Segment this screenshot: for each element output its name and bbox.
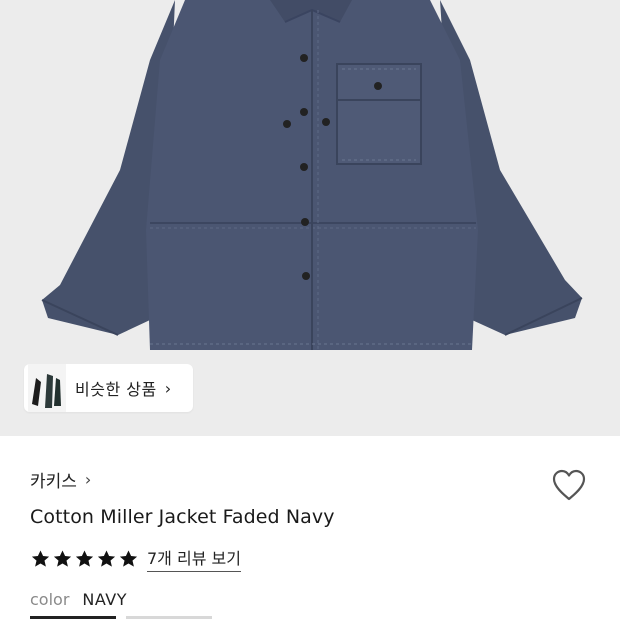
rating-row: 7개 리뷰 보기 bbox=[30, 545, 241, 572]
brand-name: 카키스 bbox=[30, 472, 77, 492]
product-image[interactable]: 비슷한 상품 › bbox=[0, 0, 620, 436]
star-icon bbox=[53, 550, 72, 567]
star-icon bbox=[31, 550, 50, 567]
heart-icon[interactable] bbox=[551, 468, 587, 502]
chevron-right-icon: › bbox=[164, 378, 172, 398]
star-icon bbox=[97, 550, 116, 567]
product-info: 카키스 › Cotton Miller Jacket Faded Navy 7개… bbox=[0, 436, 620, 620]
color-row: color NAVY bbox=[30, 590, 127, 609]
color-option[interactable] bbox=[126, 616, 212, 619]
rating-stars bbox=[30, 549, 139, 569]
star-icon bbox=[75, 550, 94, 567]
star-icon bbox=[119, 550, 138, 567]
color-label: color bbox=[30, 590, 70, 609]
color-option-selected[interactable] bbox=[30, 616, 116, 619]
similar-product-thumbnail bbox=[28, 364, 66, 412]
brand-link[interactable]: 카키스 › bbox=[30, 467, 91, 492]
color-value: NAVY bbox=[82, 590, 128, 609]
similar-products-label: 비슷한 상품 bbox=[75, 380, 157, 399]
view-reviews-link[interactable]: 7개 리뷰 보기 bbox=[147, 545, 241, 572]
similar-products-button[interactable]: 비슷한 상품 › bbox=[24, 364, 193, 412]
product-title: Cotton Miller Jacket Faded Navy bbox=[30, 506, 335, 528]
chevron-right-icon: › bbox=[84, 470, 92, 489]
